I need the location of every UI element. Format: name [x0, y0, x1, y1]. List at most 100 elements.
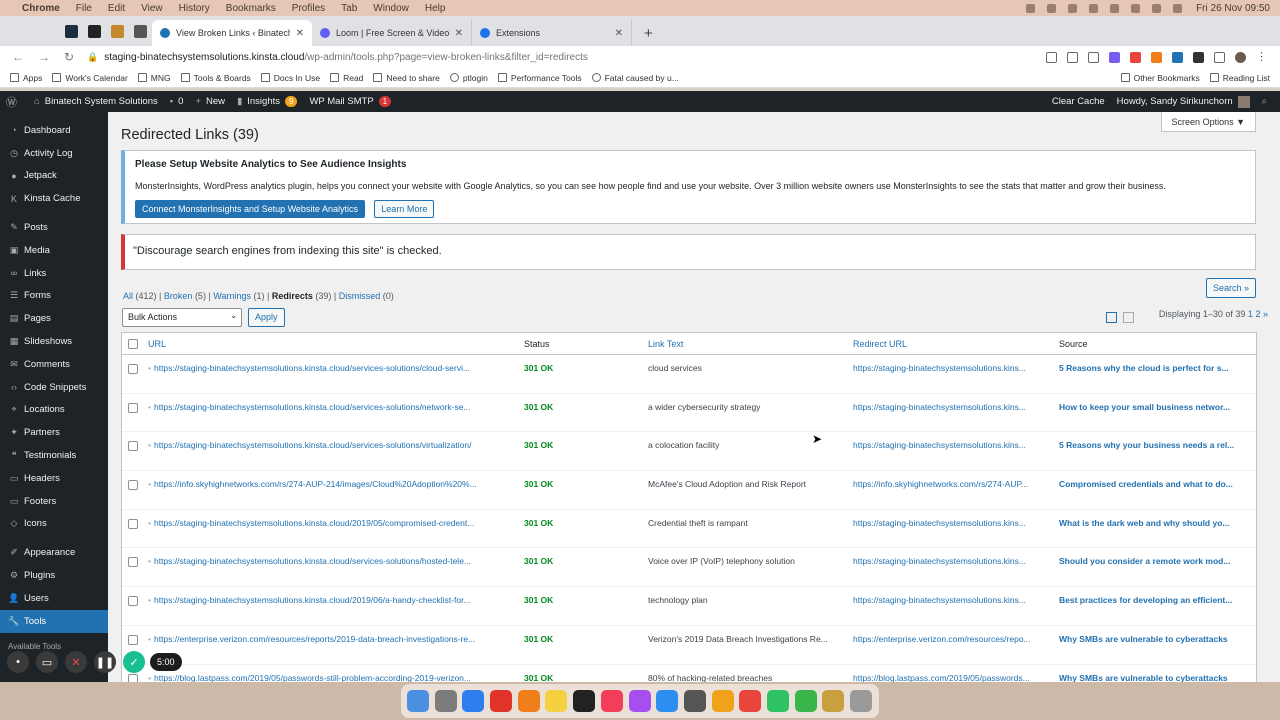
dock-app-icon[interactable]: [739, 690, 762, 712]
row-redirect-url[interactable]: https://staging-binatechsystemsolutions.…: [853, 595, 1059, 605]
back-icon[interactable]: ←: [12, 50, 24, 64]
filter-dismissed[interactable]: Dismissed: [339, 291, 381, 301]
tab-broken-links[interactable]: View Broken Links ‹ Binatech S ✕: [152, 20, 312, 46]
row-url-link[interactable]: • https://enterprise.verizon.com/resource…: [148, 634, 524, 644]
row-checkbox[interactable]: [128, 480, 138, 491]
row-checkbox[interactable]: [128, 557, 138, 568]
row-source-link[interactable]: 5 Reasons why your business needs a rel.…: [1059, 440, 1254, 450]
dock-app-icon[interactable]: [517, 690, 540, 712]
row-checkbox[interactable]: [128, 596, 138, 607]
learn-more-button[interactable]: Learn More: [374, 200, 435, 218]
share-icon[interactable]: [1067, 51, 1078, 63]
row-url-link[interactable]: • https://staging-binatechsystemsolutions…: [148, 363, 524, 373]
dock-app-icon[interactable]: [850, 690, 872, 712]
row-source-link[interactable]: Best practices for developing an efficie…: [1059, 595, 1254, 605]
drag-handle-icon[interactable]: •: [7, 651, 29, 673]
dock-app-icon[interactable]: [822, 690, 845, 712]
row-checkbox[interactable]: [128, 518, 138, 529]
sidebar-item-posts[interactable]: ✎ Posts: [0, 216, 108, 239]
sidebar-item-links[interactable]: ∞ Links: [0, 262, 108, 285]
next-page-link[interactable]: »: [1263, 309, 1268, 319]
star-icon[interactable]: [1088, 51, 1099, 63]
profile-avatar[interactable]: [1235, 51, 1246, 63]
column-redirect-url[interactable]: Redirect URL: [853, 339, 1059, 349]
dock-app-icon[interactable]: [766, 690, 789, 712]
row-url-link[interactable]: • https://staging-binatechsystemsolutions…: [148, 595, 524, 605]
sidebar-item-footers[interactable]: ▭ Footers: [0, 490, 108, 513]
bookmark-item[interactable]: Work's Calendar: [52, 73, 128, 83]
dock-app-icon[interactable]: [490, 690, 513, 712]
page-2-link[interactable]: 2: [1255, 309, 1260, 319]
wp-logo-icon[interactable]: Ⓦ: [6, 94, 22, 110]
row-redirect-url[interactable]: https://blog.lastpass.com/2019/05/passwo…: [853, 673, 1059, 683]
filter-redirects[interactable]: Redirects: [272, 291, 313, 301]
menu-edit[interactable]: Edit: [108, 3, 125, 14]
menu-profiles[interactable]: Profiles: [292, 3, 325, 14]
close-icon[interactable]: ✕: [296, 28, 304, 39]
row-source-link[interactable]: Why SMBs are vulnerable to cyberattacks: [1059, 673, 1254, 683]
row-checkbox[interactable]: [128, 634, 138, 645]
pinned-tab-icon[interactable]: [65, 24, 78, 38]
menu-file[interactable]: File: [76, 3, 92, 14]
tab-extensions[interactable]: Extensions ✕: [472, 20, 632, 46]
status-icon[interactable]: [1026, 3, 1036, 13]
admin-bar-new[interactable]: + New: [195, 96, 225, 107]
bluetooth-icon[interactable]: [1089, 3, 1099, 13]
filter-broken[interactable]: Broken: [164, 291, 193, 301]
close-icon[interactable]: ✕: [455, 28, 463, 39]
row-source-link[interactable]: Should you consider a remote work mod...: [1059, 556, 1254, 566]
sidebar-item-forms[interactable]: ☰ Forms: [0, 285, 108, 308]
row-redirect-url[interactable]: https://staging-binatechsystemsolutions.…: [853, 440, 1059, 450]
dock-app-icon[interactable]: [434, 690, 457, 712]
menu-tab[interactable]: Tab: [341, 3, 357, 14]
new-tab-button[interactable]: +: [644, 25, 653, 42]
row-source-link[interactable]: Why SMBs are vulnerable to cyberattacks: [1059, 634, 1254, 644]
select-all-checkbox[interactable]: [128, 339, 138, 349]
dock-app-icon[interactable]: [711, 690, 734, 712]
close-icon[interactable]: ✕: [615, 28, 623, 39]
admin-bar-insights[interactable]: ▮ Insights 9: [237, 96, 298, 107]
sidebar-item-icons[interactable]: ◇ Icons: [0, 513, 108, 536]
row-redirect-url[interactable]: https://info.skyhighnetworks.com/rs/274-…: [853, 479, 1059, 489]
dock-app-icon[interactable]: [462, 690, 485, 712]
admin-bar-comments[interactable]: ▪ 0: [170, 96, 184, 107]
sidebar-item-plugins[interactable]: ⚙ Plugins: [0, 564, 108, 587]
search-icon[interactable]: ⌕: [1262, 96, 1272, 107]
extension-icon[interactable]: [1193, 51, 1204, 63]
dock-app-icon[interactable]: [573, 690, 596, 712]
bookmark-apps[interactable]: Apps: [10, 73, 42, 83]
row-checkbox[interactable]: [128, 364, 138, 374]
extension-icon[interactable]: [1151, 51, 1162, 63]
screen-options-button[interactable]: Screen Options ▼: [1160, 112, 1256, 132]
search-button[interactable]: Search »: [1205, 278, 1256, 298]
filter-all[interactable]: All: [123, 291, 133, 301]
row-source-link[interactable]: 5 Reasons why the cloud is perfect for s…: [1059, 363, 1254, 373]
dock-app-icon[interactable]: [683, 690, 706, 712]
admin-bar-smtp[interactable]: WP Mail SMTP 1: [309, 96, 392, 107]
row-url-link[interactable]: • https://staging-binatechsystemsolutions…: [148, 402, 524, 412]
reload-icon[interactable]: ↻: [64, 50, 74, 64]
clear-cache-button[interactable]: Clear Cache: [1052, 96, 1105, 107]
sidebar-item-dashboard[interactable]: ◔ Dashboard: [0, 119, 108, 142]
bookmark-item[interactable]: Tools & Boards: [180, 73, 251, 83]
sidebar-item-testimonials[interactable]: ❝ Testimonials: [0, 444, 108, 467]
dock-app-icon[interactable]: [600, 690, 623, 712]
excerpt-view-icon[interactable]: [1123, 312, 1134, 323]
sidebar-item-code-snippets[interactable]: ‹› Code Snippets: [0, 376, 108, 399]
pinned-tab-icon[interactable]: [88, 24, 101, 38]
apply-button[interactable]: Apply: [248, 308, 285, 327]
menu-view[interactable]: View: [141, 3, 163, 14]
extension-icon[interactable]: [1172, 51, 1183, 63]
row-url-link[interactable]: • https://info.skyhighnetworks.com/rs/274…: [148, 479, 524, 489]
bookmark-item[interactable]: Read: [330, 73, 363, 83]
finish-check-icon[interactable]: ✓: [123, 651, 145, 673]
menu-help[interactable]: Help: [425, 3, 446, 14]
extension-icon[interactable]: [1109, 51, 1120, 63]
sidebar-item-tools[interactable]: 🔧 Tools: [0, 609, 108, 633]
pinned-tab-icon[interactable]: [111, 24, 124, 38]
sidebar-item-slideshows[interactable]: ▦ Slideshows: [0, 330, 108, 353]
sidebar-item-media[interactable]: ▣ Media: [0, 239, 108, 262]
bookmark-item[interactable]: Docs In Use: [260, 73, 320, 83]
list-view-icon[interactable]: [1106, 312, 1117, 323]
sidebar-item-partners[interactable]: ✦ Partners: [0, 421, 108, 444]
